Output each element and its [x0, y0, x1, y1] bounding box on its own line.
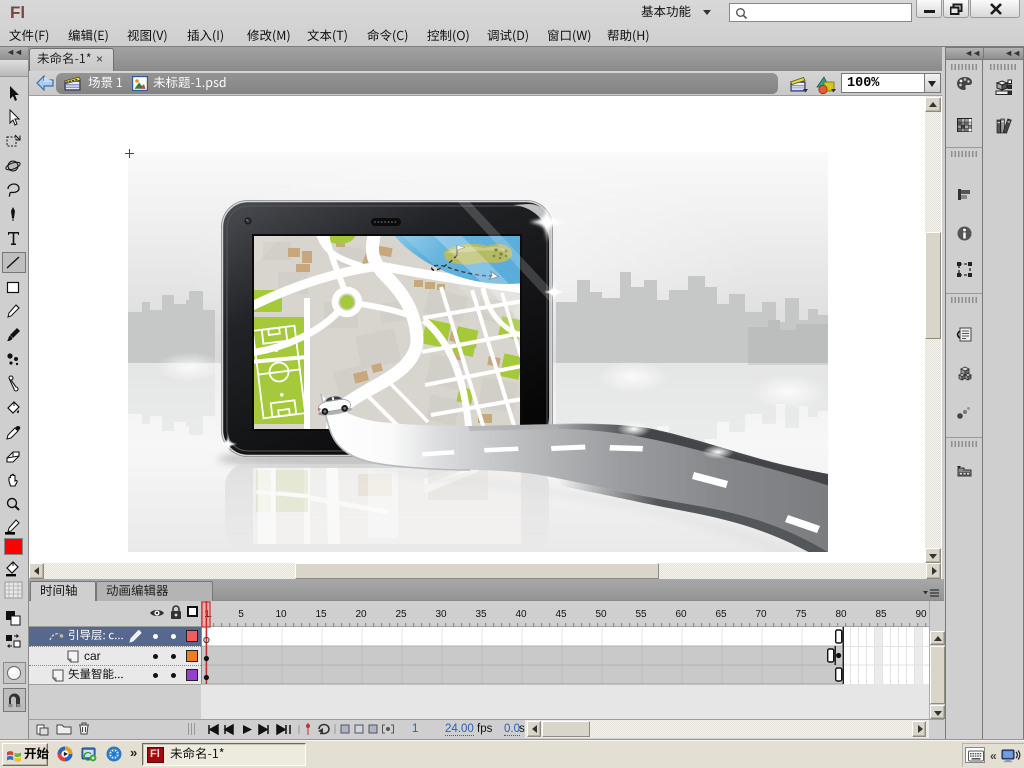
svg-text:65: 65 — [715, 609, 727, 620]
svg-text:90: 90 — [915, 609, 927, 620]
svg-text:85: 85 — [875, 609, 887, 620]
svg-text:50: 50 — [595, 609, 607, 620]
svg-text:10: 10 — [275, 609, 287, 620]
svg-text:40: 40 — [515, 609, 527, 620]
svg-text:45: 45 — [555, 609, 567, 620]
svg-text:80: 80 — [835, 609, 847, 620]
svg-text:55: 55 — [635, 609, 647, 620]
svg-text:70: 70 — [755, 609, 767, 620]
svg-text:60: 60 — [675, 609, 687, 620]
svg-text:30: 30 — [435, 609, 447, 620]
svg-text:35: 35 — [475, 609, 487, 620]
svg-text:75: 75 — [795, 609, 807, 620]
svg-text:25: 25 — [395, 609, 407, 620]
svg-text:5: 5 — [238, 609, 244, 620]
svg-text:1: 1 — [204, 609, 210, 620]
svg-text:15: 15 — [315, 609, 327, 620]
svg-text:20: 20 — [355, 609, 367, 620]
